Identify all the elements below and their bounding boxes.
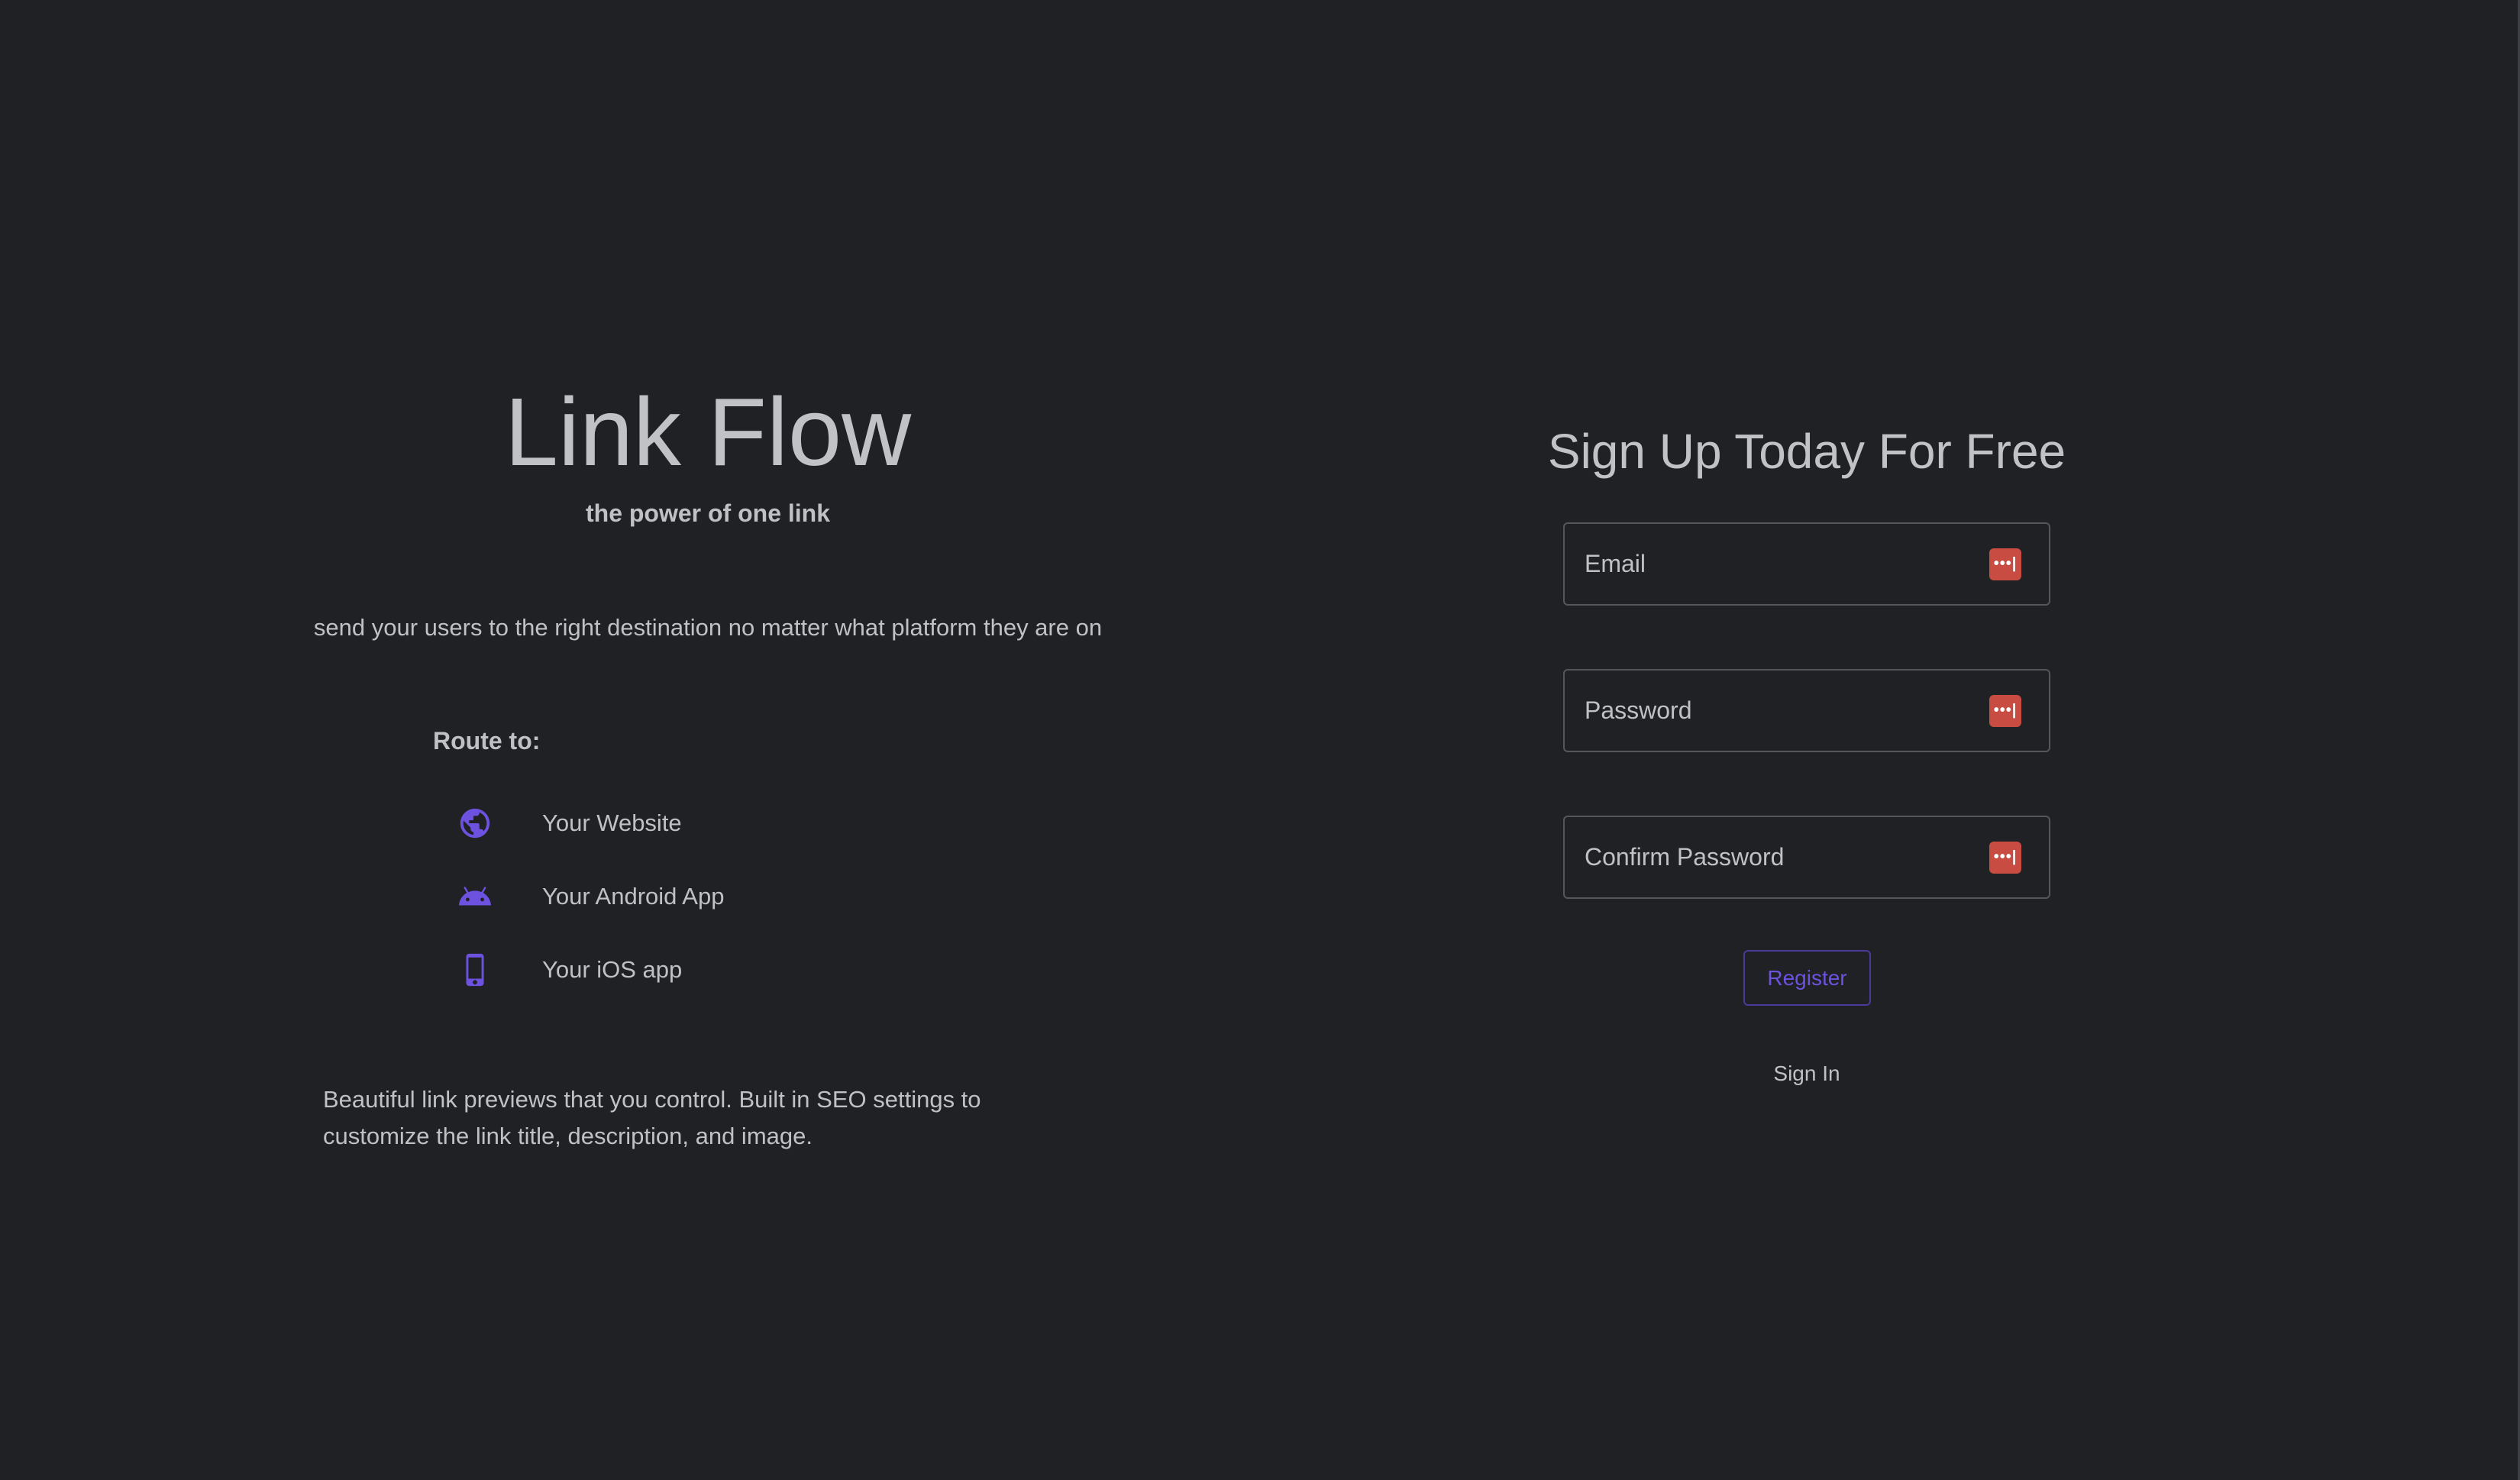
brand-tagline: the power of one link (585, 499, 830, 527)
password-field[interactable]: •••| (1563, 669, 2050, 752)
email-input[interactable] (1565, 523, 1989, 605)
password-manager-icon[interactable]: •••| (1989, 548, 2021, 580)
route-item-android: Your Android App (451, 860, 724, 933)
register-button[interactable]: Register (1743, 950, 1871, 1006)
route-heading: Route to: (433, 727, 541, 755)
password-manager-icon[interactable]: •••| (1989, 694, 2021, 727)
hero-description: send your users to the right destination… (313, 614, 1103, 641)
features-description: Beautiful link previews that you control… (323, 1086, 981, 1149)
confirm-password-field[interactable]: •••| (1563, 816, 2050, 899)
route-item-ios: Your iOS app (451, 933, 724, 1007)
route-label: Your Website (542, 809, 682, 836)
route-label: Your Android App (542, 883, 725, 910)
signup-page: Link Flow the power of one link send you… (0, 0, 2520, 1480)
android-icon (451, 872, 499, 921)
brand-title: Link Flow (504, 378, 912, 486)
confirm-password-input[interactable] (1565, 816, 1989, 898)
route-list: Your Website Your Android App Your iOS a… (451, 787, 724, 1007)
password-manager-icon[interactable]: •••| (1989, 841, 2021, 874)
signup-title: Sign Up Today For Free (1547, 424, 2066, 479)
sign-in-link[interactable]: Sign In (1416, 1062, 2198, 1086)
route-item-website: Your Website (451, 787, 724, 860)
route-label: Your iOS app (542, 956, 683, 983)
email-field[interactable]: •••| (1563, 522, 2050, 606)
password-input[interactable] (1565, 670, 1989, 751)
smartphone-icon (451, 945, 499, 994)
globe-icon (451, 799, 499, 848)
